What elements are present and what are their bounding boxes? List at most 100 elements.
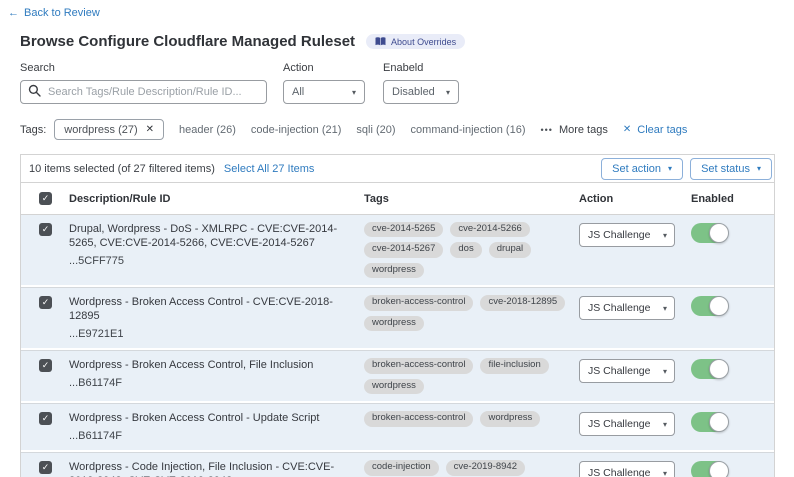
tag-pill: cve-2018-12895: [480, 295, 565, 310]
badge-label: About Overrides: [391, 37, 456, 47]
chevron-down-icon: ▾: [757, 164, 761, 173]
enabled-toggle[interactable]: [691, 412, 728, 432]
clear-tags-label: Clear tags: [637, 124, 687, 136]
tag-filter[interactable]: code-injection (21): [251, 124, 342, 136]
book-icon: [375, 37, 386, 46]
row-action-value: JS Challenge: [588, 365, 650, 377]
chevron-down-icon: ▾: [663, 469, 667, 477]
row-checkbox[interactable]: ✓: [39, 412, 52, 425]
table-row: ✓ Wordpress - Broken Access Control - CV…: [21, 287, 774, 348]
tag-pill: code-injection: [364, 460, 439, 475]
enabled-toggle[interactable]: [691, 461, 728, 477]
ruleset-table-panel: 10 items selected (of 27 filtered items)…: [20, 154, 775, 477]
rule-id: ...E9721E1: [69, 327, 350, 341]
more-tags-button[interactable]: ••• More tags: [540, 124, 607, 136]
chevron-down-icon: ▾: [668, 164, 672, 173]
enabled-toggle[interactable]: [691, 296, 728, 316]
table-row: ✓ Drupal, Wordpress - DoS - XMLRPC - CVE…: [21, 215, 774, 285]
action-filter-select[interactable]: All ▾: [283, 80, 365, 104]
tag-pill: cve-2014-5267: [364, 242, 443, 257]
rule-description: Wordpress - Broken Access Control - CVE:…: [69, 295, 350, 323]
select-all-checkbox[interactable]: ✓: [39, 192, 52, 205]
tag-filter[interactable]: sqli (20): [356, 124, 395, 136]
row-checkbox[interactable]: ✓: [39, 223, 52, 236]
column-header-action: Action: [579, 193, 691, 205]
page: Browse Configure Cloudflare Managed Rule…: [20, 33, 775, 477]
set-status-button[interactable]: Set status ▾: [690, 158, 772, 180]
chevron-down-icon: ▾: [663, 420, 667, 429]
row-action-value: JS Challenge: [588, 467, 650, 477]
back-to-review-link[interactable]: ← Back to Review: [8, 7, 100, 19]
row-action-value: JS Challenge: [588, 418, 650, 430]
tag-pill: wordpress: [364, 379, 424, 394]
chevron-down-icon: ▾: [663, 231, 667, 240]
tag-pill: file-inclusion: [480, 358, 548, 373]
back-link-label: Back to Review: [24, 7, 100, 19]
back-arrow-icon: ←: [8, 7, 19, 19]
row-checkbox[interactable]: ✓: [39, 359, 52, 372]
tag-filter[interactable]: header (26): [179, 124, 236, 136]
toggle-knob: [709, 223, 729, 243]
table-header: ✓ Description/Rule ID Tags Action Enable…: [21, 182, 774, 215]
selected-tag-chip[interactable]: wordpress (27) ✕: [54, 119, 164, 140]
rule-description: Wordpress - Code Injection, File Inclusi…: [69, 460, 350, 477]
row-action-select[interactable]: JS Challenge ▾: [579, 359, 675, 383]
rule-tag-list: cve-2014-5265 cve-2014-5266 cve-2014-5267 d…: [364, 215, 579, 285]
select-all-link[interactable]: Select All 27 Items: [224, 163, 315, 175]
chevron-down-icon: ▾: [446, 88, 450, 97]
tag-pill: broken-access-control: [364, 295, 473, 310]
enabled-toggle[interactable]: [691, 359, 728, 379]
row-checkbox[interactable]: ✓: [39, 296, 52, 309]
tag-pill: dos: [450, 242, 481, 257]
set-action-label: Set action: [612, 163, 661, 175]
page-title: Browse Configure Cloudflare Managed Rule…: [20, 33, 355, 50]
row-action-select[interactable]: JS Challenge ▾: [579, 461, 675, 477]
tag-pill: drupal: [489, 242, 531, 257]
tag-pill: cve-2019-8942: [446, 460, 525, 475]
remove-tag-icon[interactable]: ✕: [146, 124, 154, 135]
enabled-filter-label: Enabeld: [383, 62, 459, 74]
tag-pill: broken-access-control: [364, 358, 473, 373]
table-row: ✓ Wordpress - Broken Access Control, Fil…: [21, 350, 774, 401]
available-tag-list: header (26) code-injection (21) sqli (20) c…: [179, 124, 525, 136]
tag-pill: wordpress: [364, 316, 424, 331]
tag-pill: cve-2014-5265: [364, 222, 443, 237]
table-row: ✓ Wordpress - Broken Access Control - Up…: [21, 403, 774, 450]
enabled-toggle[interactable]: [691, 223, 728, 243]
rule-tag-list: broken-access-controlwordpress: [364, 404, 579, 450]
selection-summary: 10 items selected (of 27 filtered items): [29, 163, 215, 175]
toggle-knob: [709, 296, 729, 316]
tags-label: Tags:: [20, 124, 46, 136]
rule-id: ...5CFF775: [69, 254, 350, 268]
search-input[interactable]: [20, 80, 267, 104]
rule-description: Wordpress - Broken Access Control - Upda…: [69, 411, 350, 425]
enabled-filter-select[interactable]: Disabled ▾: [383, 80, 459, 104]
rule-tag-list: code-injectioncve-2019-8942cve-2019-8943…: [364, 453, 579, 477]
action-filter-value: All: [292, 86, 304, 98]
action-filter-label: Action: [283, 62, 365, 74]
clear-tags-button[interactable]: ✕ Clear tags: [623, 124, 688, 136]
tags-bar: Tags: wordpress (27) ✕ header (26) code-i…: [20, 119, 775, 140]
table-row: ✓ Wordpress - Code Injection, File Inclu…: [21, 452, 774, 477]
rule-description: Drupal, Wordpress - DoS - XMLRPC - CVE:C…: [69, 222, 350, 250]
row-action-select[interactable]: JS Challenge ▾: [579, 296, 675, 320]
column-header-enabled: Enabled: [691, 193, 774, 205]
row-action-select[interactable]: JS Challenge ▾: [579, 412, 675, 436]
set-action-button[interactable]: Set action ▾: [601, 158, 683, 180]
chevron-down-icon: ▾: [663, 304, 667, 313]
tag-pill: cve-2014-5266: [450, 222, 529, 237]
row-checkbox[interactable]: ✓: [39, 461, 52, 474]
rule-description: Wordpress - Broken Access Control, File …: [69, 358, 350, 372]
chevron-down-icon: ▾: [352, 88, 356, 97]
clear-icon: ✕: [623, 124, 631, 135]
ellipsis-icon: •••: [540, 125, 552, 135]
rule-tag-list: broken-access-control file-inclusion wordp…: [364, 351, 579, 401]
about-overrides-badge[interactable]: About Overrides: [366, 34, 465, 49]
search-icon: [28, 84, 41, 97]
rule-id: ...B61174F: [69, 376, 350, 390]
more-tags-label: More tags: [559, 124, 608, 136]
toggle-knob: [709, 359, 729, 379]
tag-filter[interactable]: command-injection (16): [411, 124, 526, 136]
row-action-select[interactable]: JS Challenge ▾: [579, 223, 675, 247]
tag-pill: broken-access-control: [364, 411, 473, 426]
